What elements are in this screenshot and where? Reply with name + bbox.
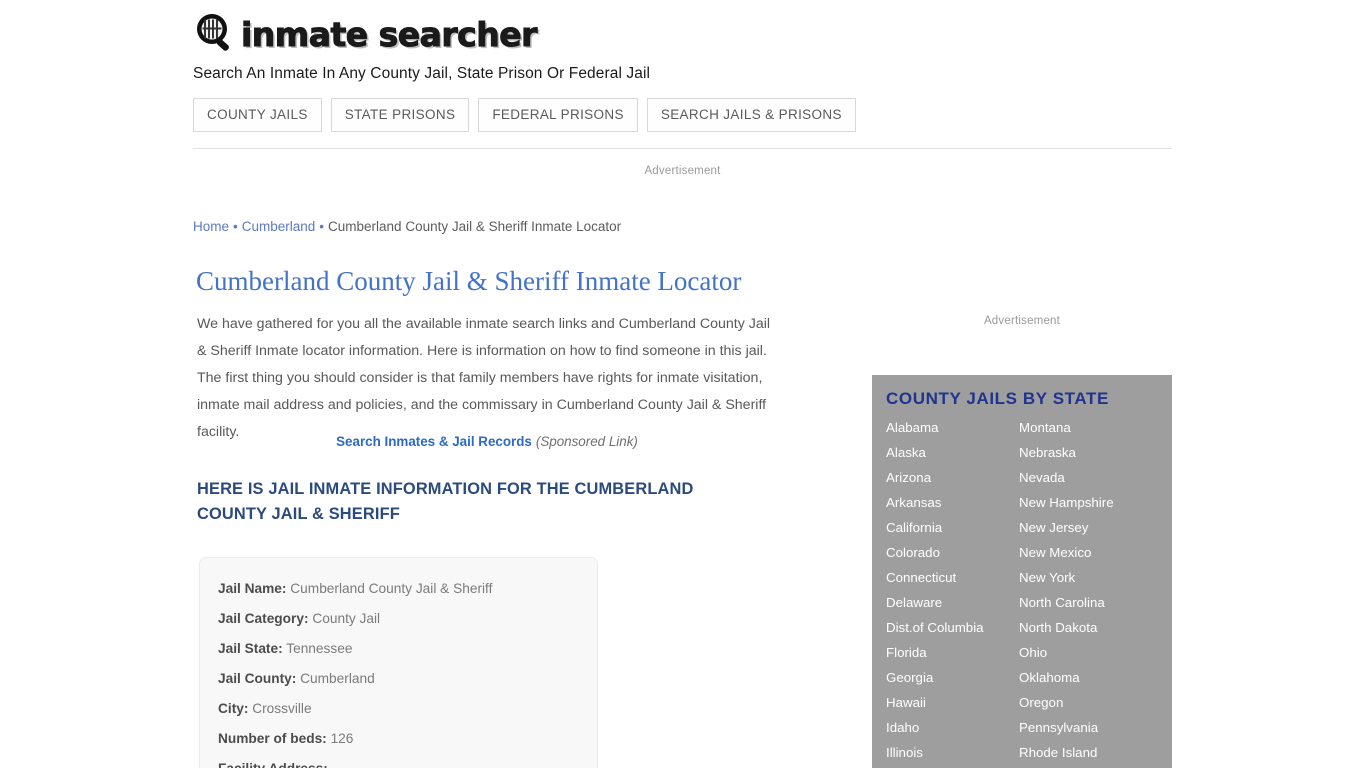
state-link[interactable]: Alabama (886, 415, 1019, 440)
info-row-jail-state: Jail State: Tennessee (218, 634, 579, 664)
state-link[interactable]: Connecticut (886, 565, 1019, 590)
breadcrumb-link-home[interactable]: Home (193, 219, 229, 234)
info-row-number-of-beds: Number of beds: 126 (218, 724, 579, 754)
state-link[interactable]: New York (1019, 565, 1152, 590)
nav-item-search-jails-prisons[interactable]: SEARCH JAILS & PRISONS (646, 98, 856, 132)
states-column-right: Montana Nebraska Nevada New Hampshire Ne… (1019, 415, 1152, 765)
sponsored-note: (Sponsored Link) (535, 434, 638, 449)
info-label: Jail State: (218, 641, 283, 656)
states-columns: Alabama Alaska Arizona Arkansas Californ… (886, 415, 1172, 765)
page-root: inmate searcher Search An Inmate In Any … (0, 0, 1366, 768)
state-link[interactable]: Illinois (886, 740, 1019, 765)
info-value: Crossville (252, 701, 312, 716)
state-link[interactable]: Rhode Island (1019, 740, 1152, 765)
states-column-left: Alabama Alaska Arizona Arkansas Californ… (886, 415, 1019, 765)
state-link[interactable]: New Jersey (1019, 515, 1152, 540)
info-label: Jail Category: (218, 611, 309, 626)
state-link[interactable]: Arkansas (886, 490, 1019, 515)
nav-item-state-prisons[interactable]: STATE PRISONS (330, 98, 470, 132)
state-link[interactable]: North Dakota (1019, 615, 1152, 640)
info-row-jail-name: Jail Name: Cumberland County Jail & Sher… (218, 574, 579, 604)
breadcrumb-separator-1: • (233, 219, 238, 234)
state-link[interactable]: North Carolina (1019, 590, 1152, 615)
section-heading: HERE IS JAIL INMATE INFORMATION FOR THE … (197, 480, 694, 523)
nav-item-county-jails[interactable]: COUNTY JAILS (193, 98, 322, 132)
state-link[interactable]: New Hampshire (1019, 490, 1152, 515)
info-row-jail-category: Jail Category: County Jail (218, 604, 579, 634)
page-title: Cumberland County Jail & Sheriff Inmate … (196, 266, 742, 296)
info-value: County Jail (312, 611, 381, 626)
state-link[interactable]: Dist.of Columbia (886, 615, 1019, 640)
state-link[interactable]: Oklahoma (1019, 665, 1152, 690)
state-link[interactable]: California (886, 515, 1019, 540)
magnifier-jail-icon (193, 11, 239, 57)
state-link[interactable]: Delaware (886, 590, 1019, 615)
state-link[interactable]: New Mexico (1019, 540, 1152, 565)
state-link[interactable]: Alaska (886, 440, 1019, 465)
info-value: Cumberland County Jail & Sheriff (290, 581, 493, 596)
logo-wordmark: inmate searcher (241, 14, 538, 54)
state-link[interactable]: Nevada (1019, 465, 1152, 490)
sidebar-advertisement-label: Advertisement (983, 315, 1061, 327)
state-link[interactable]: Arizona (886, 465, 1019, 490)
breadcrumb: Home • Cumberland • Cumberland County Jail &… (193, 219, 621, 234)
state-link[interactable]: Georgia (886, 665, 1019, 690)
state-link[interactable]: Pennsylvania (1019, 715, 1152, 740)
state-link[interactable]: Ohio (1019, 640, 1152, 665)
info-row-city: City: Crossville (218, 694, 579, 724)
breadcrumb-link-cumberland[interactable]: Cumberland (242, 219, 316, 234)
info-label: Jail County: (218, 671, 297, 686)
info-value: 126 (330, 731, 354, 746)
state-link[interactable]: Idaho (886, 715, 1019, 740)
info-value: Tennessee (286, 641, 353, 656)
intro-paragraph: We have gathered for you all the availab… (197, 316, 771, 440)
info-row-facility-address: Facility Address: (218, 754, 579, 768)
info-value: Cumberland (300, 671, 375, 686)
state-link[interactable]: Montana (1019, 415, 1152, 440)
info-row-jail-county: Jail County: Cumberland (218, 664, 579, 694)
sponsored-search-link[interactable]: Search Inmates & Jail Records (336, 434, 532, 449)
site-tagline: Search An Inmate In Any County Jail, Sta… (193, 65, 651, 82)
jail-info-card: Jail Name: Cumberland County Jail & Sher… (199, 557, 598, 768)
info-label: Facility Address: (218, 761, 328, 768)
header-divider (193, 148, 1172, 149)
state-link[interactable]: Nebraska (1019, 440, 1152, 465)
info-label: Number of beds: (218, 731, 327, 746)
sponsored-link-row: Search Inmates & Jail Records (Sponsored … (197, 434, 777, 449)
state-link[interactable]: Oregon (1019, 690, 1152, 715)
info-label: City: (218, 701, 249, 716)
nav-item-federal-prisons[interactable]: FEDERAL PRISONS (478, 98, 638, 132)
state-link[interactable]: Hawaii (886, 690, 1019, 715)
states-panel-title: COUNTY JAILS BY STATE (886, 389, 1109, 408)
state-link[interactable]: Colorado (886, 540, 1019, 565)
state-link[interactable]: Florida (886, 640, 1019, 665)
site-header: inmate searcher Search An Inmate In Any … (193, 10, 1173, 83)
breadcrumb-separator-2: • (319, 219, 325, 234)
top-advertisement-label: Advertisement (644, 165, 721, 177)
site-logo[interactable]: inmate searcher (193, 10, 1173, 58)
info-label: Jail Name: (218, 581, 287, 596)
primary-navigation: COUNTY JAILS STATE PRISONS FEDERAL PRISO… (193, 98, 856, 132)
county-jails-by-state-panel: COUNTY JAILS BY STATE Alabama Alaska Ari… (872, 375, 1172, 768)
breadcrumb-current: Cumberland County Jail & Sheriff Inmate … (328, 219, 622, 234)
